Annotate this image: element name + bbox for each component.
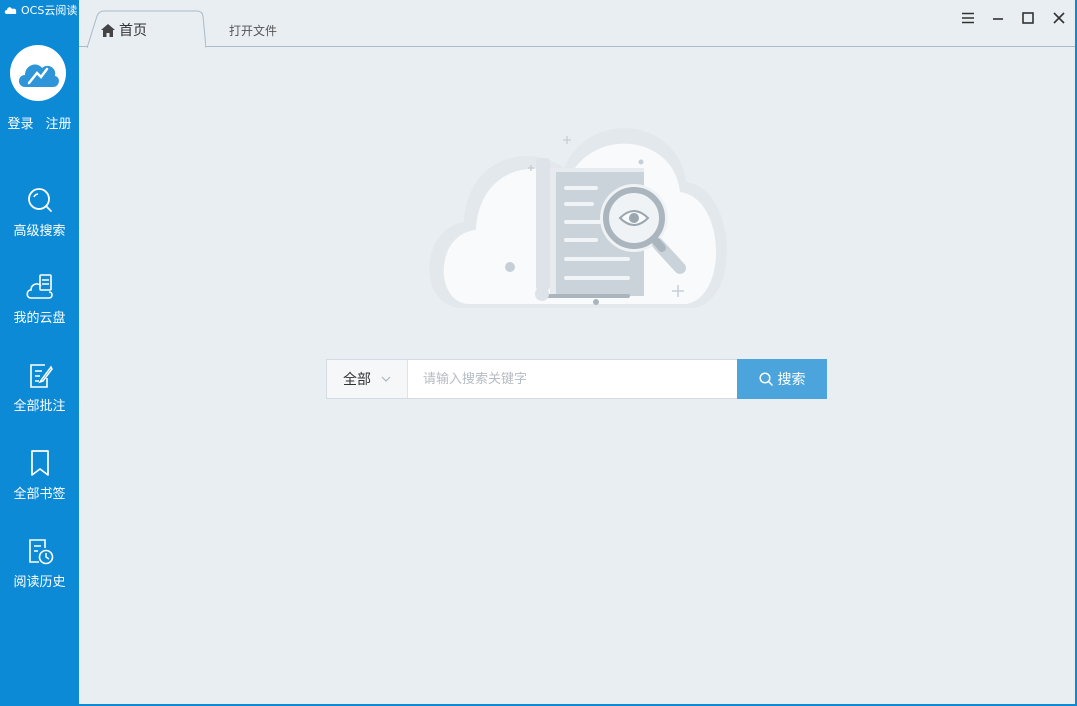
search-scope-select[interactable]: 全部 — [327, 360, 408, 398]
history-icon — [28, 539, 53, 565]
search-button[interactable]: 搜索 — [737, 359, 827, 399]
sidebar: OCS云阅读 登录 注册 高级搜索 我的云盘 全部批注 全部书签 阅读历史 — [0, 0, 79, 706]
minimize-button[interactable] — [988, 8, 1008, 28]
sidebar-item-label: 高级搜索 — [13, 224, 66, 239]
tab-home[interactable]: 首页 — [87, 10, 206, 48]
close-icon — [1053, 12, 1065, 24]
login-link[interactable]: 登录 — [7, 113, 33, 132]
app-title-text: OCS云阅读 — [21, 4, 78, 17]
sidebar-item-label: 全部书签 — [13, 487, 66, 502]
menu-button[interactable] — [958, 8, 978, 28]
search-box: 全部 搜索 — [326, 359, 827, 399]
search-icon — [27, 188, 52, 212]
tab-open-file[interactable]: 打开文件 — [229, 22, 277, 39]
home-icon — [101, 23, 115, 37]
annotation-icon — [29, 364, 53, 388]
sidebar-item-history[interactable]: 阅读历史 — [0, 536, 79, 590]
auth-links: 登录 注册 — [0, 113, 79, 132]
search-scope-value: 全部 — [343, 372, 371, 388]
sidebar-item-label: 我的云盘 — [13, 311, 66, 326]
cloud-document-illustration — [429, 128, 727, 308]
tab-label: 首页 — [119, 23, 147, 39]
sidebar-item-annotations[interactable]: 全部批注 — [0, 360, 79, 414]
sidebar-item-label: 全部批注 — [13, 399, 66, 414]
sidebar-item-cloud-drive[interactable]: 我的云盘 — [0, 272, 79, 326]
avatar[interactable] — [10, 45, 66, 101]
minimize-icon — [993, 18, 1003, 20]
cloud-logo-icon — [19, 64, 59, 87]
app-title: OCS云阅读 — [4, 2, 77, 18]
cloud-drive-icon — [25, 274, 53, 299]
tab-bar: 首页 打开文件 — [79, 0, 1077, 48]
search-icon — [758, 372, 773, 386]
maximize-button[interactable] — [1018, 8, 1038, 28]
close-button[interactable] — [1049, 8, 1069, 28]
search-input[interactable] — [408, 360, 737, 398]
register-link[interactable]: 注册 — [46, 113, 72, 132]
bookmark-icon — [30, 450, 49, 476]
sidebar-item-label: 阅读历史 — [13, 575, 66, 590]
menu-icon — [962, 12, 974, 24]
app-logo-icon — [4, 7, 17, 14]
sidebar-item-bookmarks[interactable]: 全部书签 — [0, 448, 79, 502]
search-button-label: 搜索 — [777, 372, 806, 388]
maximize-icon — [1022, 12, 1034, 24]
sidebar-item-advanced-search[interactable]: 高级搜索 — [0, 185, 79, 239]
chevron-down-icon — [381, 376, 391, 382]
